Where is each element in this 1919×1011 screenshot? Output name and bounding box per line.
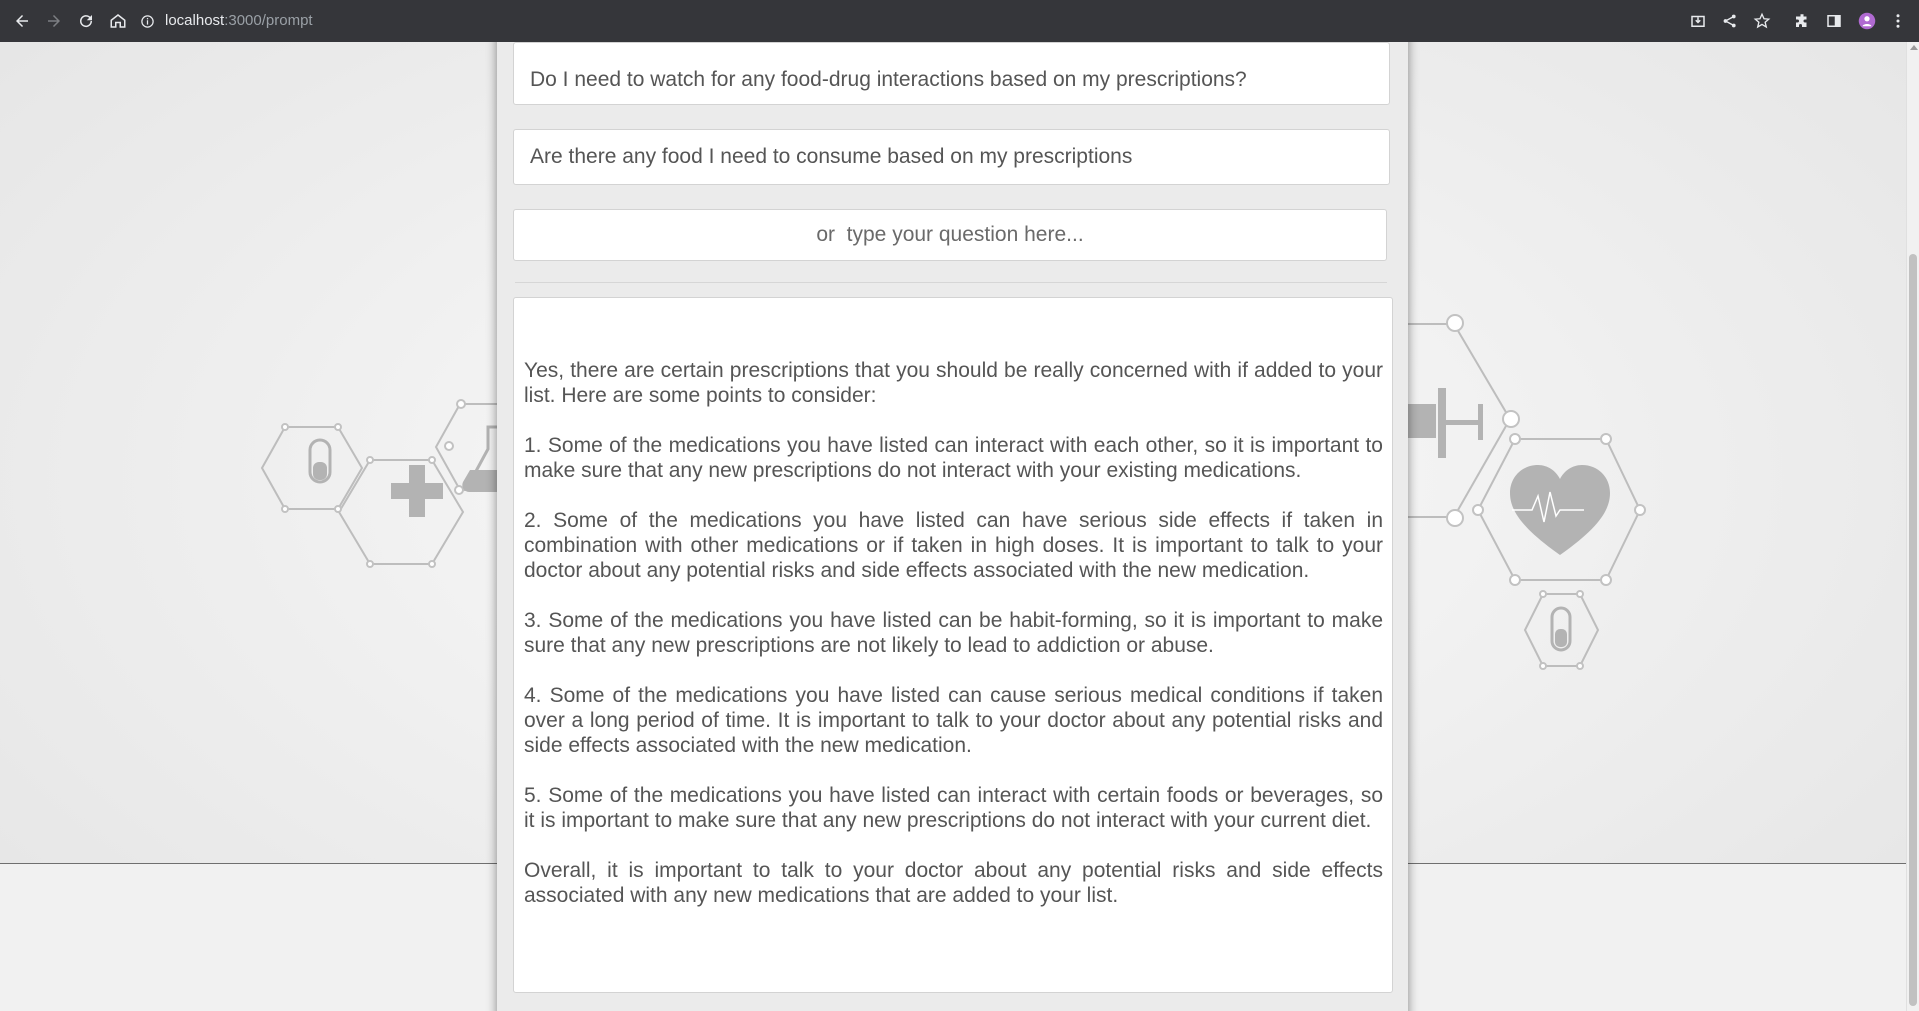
info-icon[interactable] [140, 14, 155, 29]
response-paragraph: Overall, it is important to talk to your… [524, 859, 1383, 907]
profile-avatar[interactable] [1855, 9, 1879, 33]
browser-toolbar: localhost:3000/prompt [0, 0, 1919, 42]
more-menu-icon[interactable] [1886, 9, 1910, 33]
back-arrow-icon[interactable] [10, 9, 34, 33]
home-icon[interactable] [106, 9, 130, 33]
response-paragraph: 2. Some of the medications you have list… [524, 509, 1383, 582]
suggested-question-button[interactable]: Are there any food I need to consume bas… [513, 129, 1390, 185]
cross-icon-left [391, 465, 443, 517]
syringe-icon-right [1408, 404, 1436, 438]
response-paragraph: 1. Some of the medications you have list… [524, 434, 1383, 482]
scroll-thumb[interactable] [1909, 254, 1917, 1006]
share-icon[interactable] [1718, 9, 1742, 33]
response-paragraph: 3. Some of the medications you have list… [524, 609, 1383, 657]
star-icon[interactable] [1750, 9, 1774, 33]
response-panel: Yes, there are certain prescriptions tha… [513, 297, 1393, 993]
scroll-up-arrow-icon[interactable] [1910, 45, 1918, 50]
prompt-card: Do I need to watch for any food-drug int… [497, 42, 1408, 1011]
url-host: localhost [165, 12, 225, 29]
response-paragraph: Yes, there are certain prescriptions tha… [524, 359, 1383, 407]
suggested-question-button[interactable]: Do I need to watch for any food-drug int… [513, 42, 1390, 105]
response-paragraph: 5. Some of the medications you have list… [524, 784, 1383, 832]
page-scrollbar[interactable] [1906, 42, 1919, 1011]
extensions-icon[interactable] [1790, 9, 1814, 33]
side-panel-icon[interactable] [1822, 9, 1846, 33]
divider [515, 282, 1387, 283]
question-input[interactable] [513, 209, 1387, 261]
reload-icon[interactable] [74, 9, 98, 33]
install-icon[interactable] [1686, 9, 1710, 33]
forward-arrow-icon[interactable] [42, 9, 66, 33]
response-paragraph: 4. Some of the medications you have list… [524, 684, 1383, 757]
url-path: :3000/prompt [224, 12, 313, 29]
address-bar[interactable]: localhost:3000/prompt [140, 8, 313, 34]
page-viewport: Do I need to watch for any food-drug int… [0, 42, 1906, 1011]
